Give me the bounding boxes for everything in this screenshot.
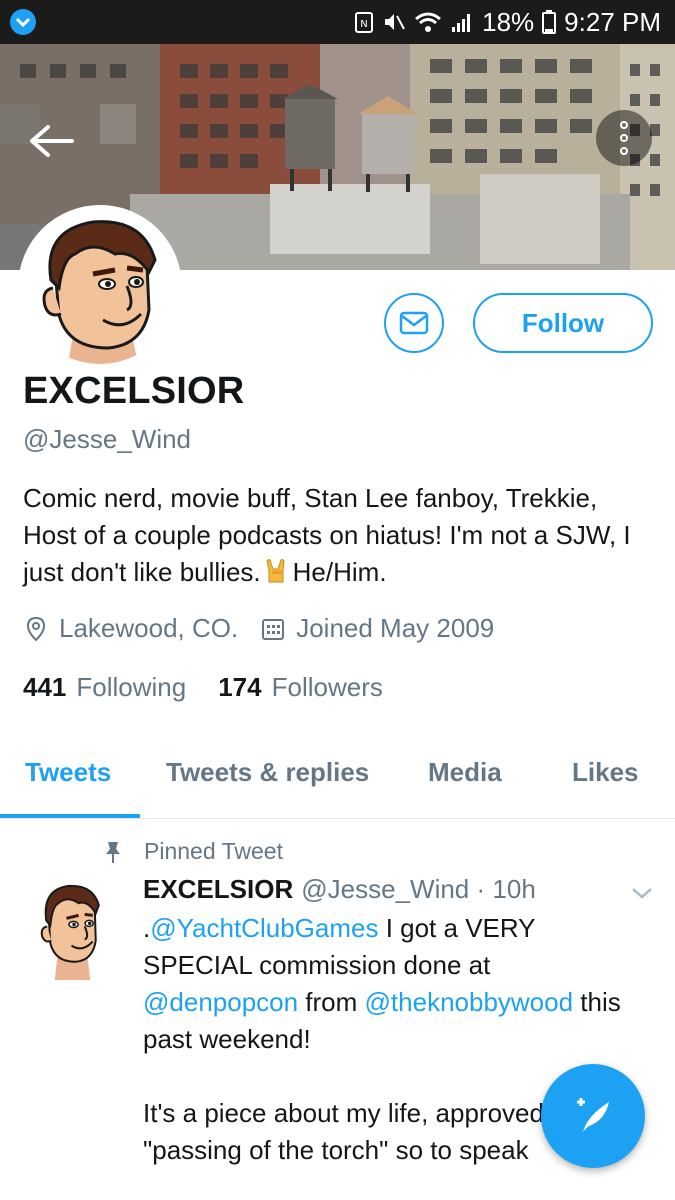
join-date-text: Joined May 2009 bbox=[296, 613, 495, 643]
tweet-timestamp[interactable]: 10h bbox=[492, 874, 535, 904]
profile-handle: @Jesse_Wind bbox=[23, 424, 192, 454]
battery-icon bbox=[542, 10, 557, 34]
tweet-author-handle[interactable]: @Jesse_Wind bbox=[301, 874, 469, 904]
battery-percent: 18% bbox=[482, 6, 535, 37]
compose-tweet-icon bbox=[577, 1098, 609, 1132]
more-vertical-icon bbox=[620, 121, 628, 129]
tweet-options-button[interactable] bbox=[630, 884, 654, 902]
arrow-left-icon bbox=[30, 125, 74, 157]
location: Lakewood, CO. bbox=[23, 613, 238, 644]
overflow-menu-button[interactable] bbox=[596, 110, 652, 166]
tweet-avatar-image bbox=[40, 884, 100, 980]
back-button[interactable] bbox=[28, 124, 78, 158]
tweet-paragraph-1: .@YachtClubGames I got a VERY SPECIAL co… bbox=[143, 910, 643, 1058]
status-icons: N 18% 9:27 PM bbox=[354, 0, 661, 44]
profile-meta: Lakewood, CO. Joined May 2009 bbox=[23, 613, 516, 644]
nfc-icon: N bbox=[355, 12, 374, 33]
followers-count-link[interactable]: 174 Followers bbox=[218, 672, 383, 703]
tweet-dot-separator: · bbox=[476, 874, 486, 904]
profile-tabs: Tweets Tweets & replies Media Likes bbox=[0, 735, 675, 819]
follow-button[interactable]: Follow bbox=[473, 293, 653, 353]
tab-tweets[interactable]: Tweets bbox=[25, 757, 111, 788]
followers-label: Followers bbox=[271, 672, 383, 702]
mention-denpopcon[interactable]: @denpopcon bbox=[143, 987, 298, 1017]
chevron-down-icon bbox=[632, 888, 652, 899]
direct-message-button[interactable] bbox=[384, 293, 444, 353]
mention-theknobbywood[interactable]: @theknobbywood bbox=[365, 987, 574, 1017]
following-count-link[interactable]: 441 Following bbox=[23, 672, 186, 703]
profile-avatar[interactable] bbox=[18, 205, 182, 369]
profile-bio: Comic nerd, movie buff, Stan Lee fanboy,… bbox=[23, 480, 653, 591]
tweet-author-avatar[interactable] bbox=[32, 880, 110, 980]
avatar-image bbox=[23, 210, 177, 364]
followers-count: 174 bbox=[218, 672, 262, 702]
tweet-author-name[interactable]: EXCELSIOR bbox=[143, 874, 293, 904]
more-vertical-dot bbox=[620, 134, 628, 142]
twitter-notification-icon bbox=[10, 9, 36, 35]
location-pin-icon bbox=[26, 616, 46, 641]
sign-of-horns-emoji-icon bbox=[263, 557, 289, 583]
following-label: Following bbox=[76, 672, 187, 702]
compose-tweet-button[interactable] bbox=[541, 1064, 645, 1168]
calendar-icon bbox=[262, 618, 285, 640]
signal-icon bbox=[452, 14, 471, 32]
location-text: Lakewood, CO. bbox=[59, 613, 239, 643]
tweet-header: EXCELSIOR @Jesse_Wind · 10h bbox=[143, 874, 536, 905]
envelope-icon bbox=[399, 311, 429, 335]
tweet-text-segment: from bbox=[298, 987, 365, 1017]
clock: 9:27 PM bbox=[564, 6, 661, 37]
tab-likes[interactable]: Likes bbox=[572, 757, 639, 788]
tab-media[interactable]: Media bbox=[428, 757, 502, 788]
pinned-label-row: Pinned Tweet bbox=[104, 838, 283, 865]
following-count: 441 bbox=[23, 672, 67, 702]
pinned-tweet-label: Pinned Tweet bbox=[144, 838, 283, 864]
pin-icon bbox=[106, 841, 120, 863]
wifi-icon bbox=[415, 12, 442, 32]
more-vertical-dot bbox=[620, 147, 628, 155]
display-name: EXCELSIOR bbox=[23, 370, 245, 412]
status-bar: N 18% 9:27 PM bbox=[0, 0, 675, 44]
active-tab-indicator bbox=[0, 814, 140, 818]
tab-tweets-and-replies[interactable]: Tweets & replies bbox=[166, 757, 369, 788]
join-date: Joined May 2009 bbox=[260, 613, 494, 644]
mention-yachtclubgames[interactable]: @YachtClubGames bbox=[150, 913, 378, 943]
mute-icon bbox=[385, 14, 406, 30]
follow-counts: 441 Following 174 Followers bbox=[23, 672, 415, 703]
bio-pronouns: He/Him. bbox=[292, 557, 387, 587]
svg-text:N: N bbox=[360, 19, 367, 30]
